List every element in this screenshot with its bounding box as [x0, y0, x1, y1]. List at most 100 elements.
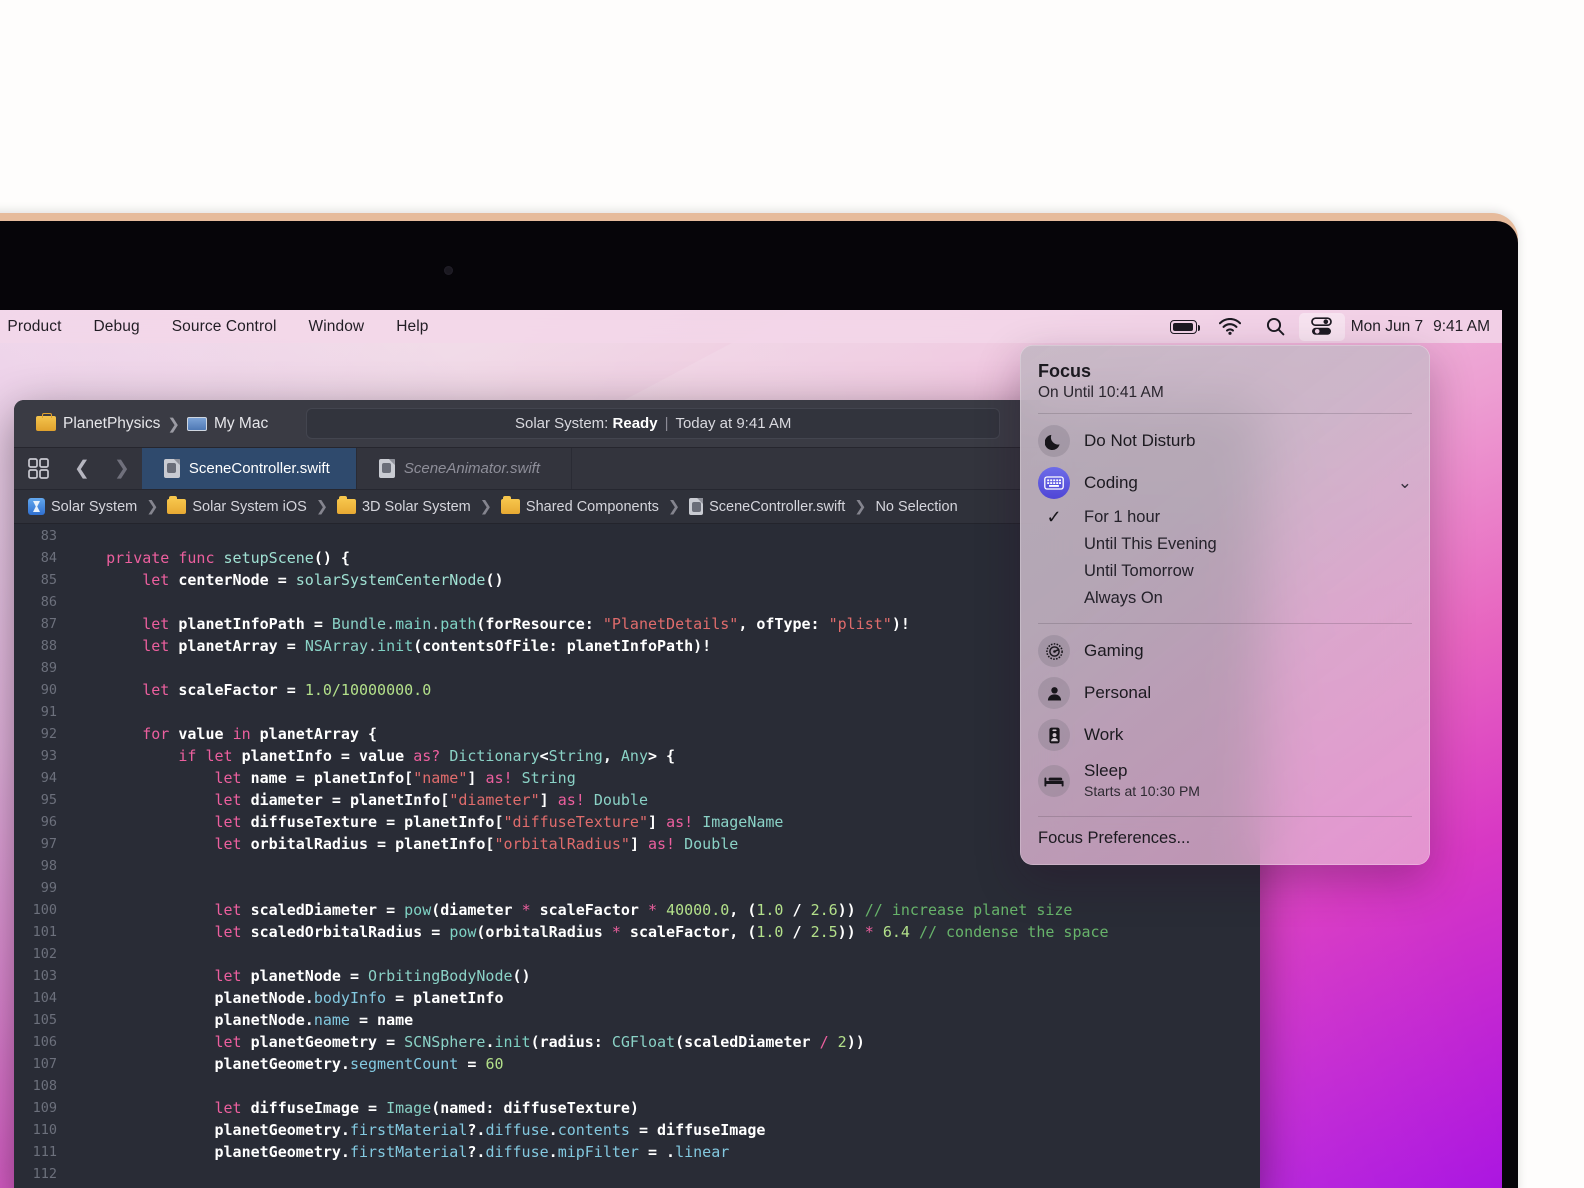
focus-mode-gaming[interactable]: Gaming: [1020, 630, 1430, 672]
battery-icon[interactable]: [1161, 310, 1207, 343]
swift-file-icon: [163, 459, 180, 478]
code-text: let diffuseImage = Image(named: diffuseT…: [214, 1099, 639, 1117]
chevron-right-icon: ❯: [146, 498, 159, 515]
menu-item-help[interactable]: Help: [380, 318, 444, 336]
code-text: for value in planetArray {: [142, 725, 378, 743]
webcam-icon: [444, 266, 453, 275]
folder-icon: [500, 496, 520, 514]
code-text: let scaledOrbitalRadius = pow(orbitalRad…: [214, 923, 1109, 941]
checkmark-placeholder-icon: ✓: [1038, 534, 1070, 555]
code-line[interactable]: 99: [14, 877, 1260, 899]
code-line[interactable]: 106 let planetGeometry = SCNSphere.init(…: [14, 1031, 1260, 1053]
code-line[interactable]: 109 let diffuseImage = Image(named: diff…: [14, 1097, 1260, 1119]
code-text: let centerNode = solarSystemCenterNode(): [142, 571, 504, 589]
line-number: 107: [32, 1056, 57, 1072]
focus-mode-sleep[interactable]: Sleep Starts at 10:30 PM: [1020, 756, 1430, 805]
scheme-selector[interactable]: PlanetPhysics ❯ My Mac: [28, 411, 276, 437]
nav-back-icon[interactable]: ❮: [62, 448, 102, 489]
breadcrumb-label: SceneController.swift: [709, 498, 846, 515]
code-line[interactable]: 112: [14, 1163, 1260, 1185]
menu-item-source-control[interactable]: Source Control: [156, 318, 293, 336]
chevron-right-icon: ❯: [315, 498, 328, 515]
duration-option-until-tomorrow[interactable]: ✓ Until Tomorrow: [1020, 558, 1430, 585]
duration-option-until-this-evening[interactable]: ✓ Until This Evening: [1020, 531, 1430, 558]
menu-item-product[interactable]: Product: [0, 318, 78, 336]
menu-item-debug[interactable]: Debug: [78, 318, 156, 336]
code-line[interactable]: 110 planetGeometry.firstMaterial?.diffus…: [14, 1119, 1260, 1141]
focus-preferences-button[interactable]: Focus Preferences...: [1020, 823, 1430, 848]
code-line[interactable]: 100 let scaledDiameter = pow(diameter * …: [14, 899, 1260, 921]
line-number: 104: [32, 990, 57, 1006]
activity-status-bar[interactable]: Solar System: Ready | Today at 9:41 AM: [306, 408, 1001, 439]
code-text: let planetGeometry = SCNSphere.init(radi…: [214, 1033, 865, 1051]
line-number: 99: [40, 880, 57, 896]
menu-bar-date: Mon Jun 7: [1350, 317, 1424, 335]
code-line[interactable]: 111 planetGeometry.firstMaterial?.diffus…: [14, 1141, 1260, 1163]
breadcrumb-label: Solar System iOS: [192, 498, 307, 515]
tab-scenecontroller-swift[interactable]: SceneController.swift: [141, 448, 357, 489]
code-text: let planetArray = NSArray.init(contentsO…: [142, 637, 712, 655]
focus-mode-label: Sleep Starts at 10:30 PM: [1084, 761, 1200, 800]
duration-label: Until This Evening: [1084, 535, 1217, 553]
code-line[interactable]: 101 let scaledOrbitalRadius = pow(orbita…: [14, 921, 1260, 943]
status-timestamp: Today at 9:41 AM: [675, 415, 792, 432]
tab-label: SceneController.swift: [188, 460, 330, 477]
menu-item-window[interactable]: Window: [293, 318, 381, 336]
code-line[interactable]: 108: [14, 1075, 1260, 1097]
chevron-right-icon: ❯: [167, 415, 180, 433]
status-state: Ready: [612, 415, 658, 432]
focus-mode-coding[interactable]: Coding ⌄: [1020, 462, 1430, 504]
menu-bar-left: tor Product Debug Source Control Window …: [0, 318, 445, 336]
chevron-right-icon: ❯: [667, 498, 681, 515]
breadcrumb-group-3d[interactable]: 3D Solar System: [336, 496, 471, 515]
code-text: planetGeometry.firstMaterial?.diffuse.co…: [214, 1121, 766, 1139]
line-number: 92: [40, 726, 57, 742]
line-number: 102: [32, 946, 57, 962]
line-number: 98: [40, 858, 57, 874]
line-number: 89: [40, 660, 57, 676]
code-line[interactable]: 102: [14, 943, 1260, 965]
breadcrumb-file[interactable]: SceneController.swift: [689, 498, 845, 515]
duration-option-for-1-hour[interactable]: ✓ For 1 hour: [1020, 504, 1430, 531]
status-separator: |: [664, 415, 669, 432]
line-number: 84: [40, 550, 57, 566]
tab-sceneanimator-swift[interactable]: SceneAnimator.swift: [357, 448, 572, 489]
chevron-down-icon[interactable]: ⌄: [1398, 473, 1412, 493]
breadcrumb-group-shared[interactable]: Shared Components: [500, 496, 659, 515]
menu-bar-clock[interactable]: Mon Jun 7 9:41 AM: [1345, 318, 1490, 336]
checkmark-placeholder-icon: ✓: [1038, 588, 1070, 609]
code-text: planetNode.name = name: [214, 1011, 414, 1029]
code-text: let scaleFactor = 1.0/10000000.0: [142, 681, 432, 699]
code-line[interactable]: 103 let planetNode = OrbitingBodyNode(): [14, 965, 1260, 987]
focus-mode-personal[interactable]: Personal: [1020, 672, 1430, 714]
focus-mode-label: Work: [1084, 725, 1124, 745]
project-app-icon: [28, 498, 45, 515]
wifi-icon[interactable]: [1207, 310, 1253, 343]
code-text: let planetInfoPath = Bundle.main.path(fo…: [142, 615, 910, 633]
code-line[interactable]: 105 planetNode.name = name: [14, 1009, 1260, 1031]
code-line[interactable]: 104 planetNode.bodyInfo = planetInfo: [14, 987, 1260, 1009]
nav-forward-icon[interactable]: ❯: [102, 448, 142, 489]
code-line[interactable]: 107 planetGeometry.segmentCount = 60: [14, 1053, 1260, 1075]
focus-mode-do-not-disturb[interactable]: Do Not Disturb: [1020, 420, 1430, 462]
duration-option-always-on[interactable]: ✓ Always On: [1020, 585, 1430, 612]
search-icon[interactable]: [1253, 310, 1299, 343]
control-center-icon[interactable]: [1298, 312, 1345, 341]
line-number: 90: [40, 682, 57, 698]
keyboard-icon: [1038, 467, 1070, 499]
mac-device-icon: [186, 416, 207, 431]
code-text: let planetNode = OrbitingBodyNode(): [214, 967, 531, 985]
editor-options-icon[interactable]: [14, 448, 62, 489]
chevron-right-icon: ❯: [479, 498, 492, 515]
bed-icon: [1038, 764, 1070, 797]
line-number: 100: [32, 902, 57, 918]
line-number: 83: [40, 528, 57, 544]
focus-mode-work[interactable]: Work: [1020, 714, 1430, 756]
breadcrumb-label: 3D Solar System: [361, 498, 471, 515]
breadcrumb-project[interactable]: Solar System: [28, 498, 137, 515]
code-text: private func setupScene() {: [106, 549, 350, 567]
breadcrumb-target[interactable]: Solar System iOS: [167, 496, 307, 515]
breadcrumb-selection[interactable]: No Selection: [875, 499, 957, 515]
code-text: if let planetInfo = value as? Dictionary…: [178, 747, 676, 765]
chevron-right-icon: ❯: [854, 498, 867, 515]
